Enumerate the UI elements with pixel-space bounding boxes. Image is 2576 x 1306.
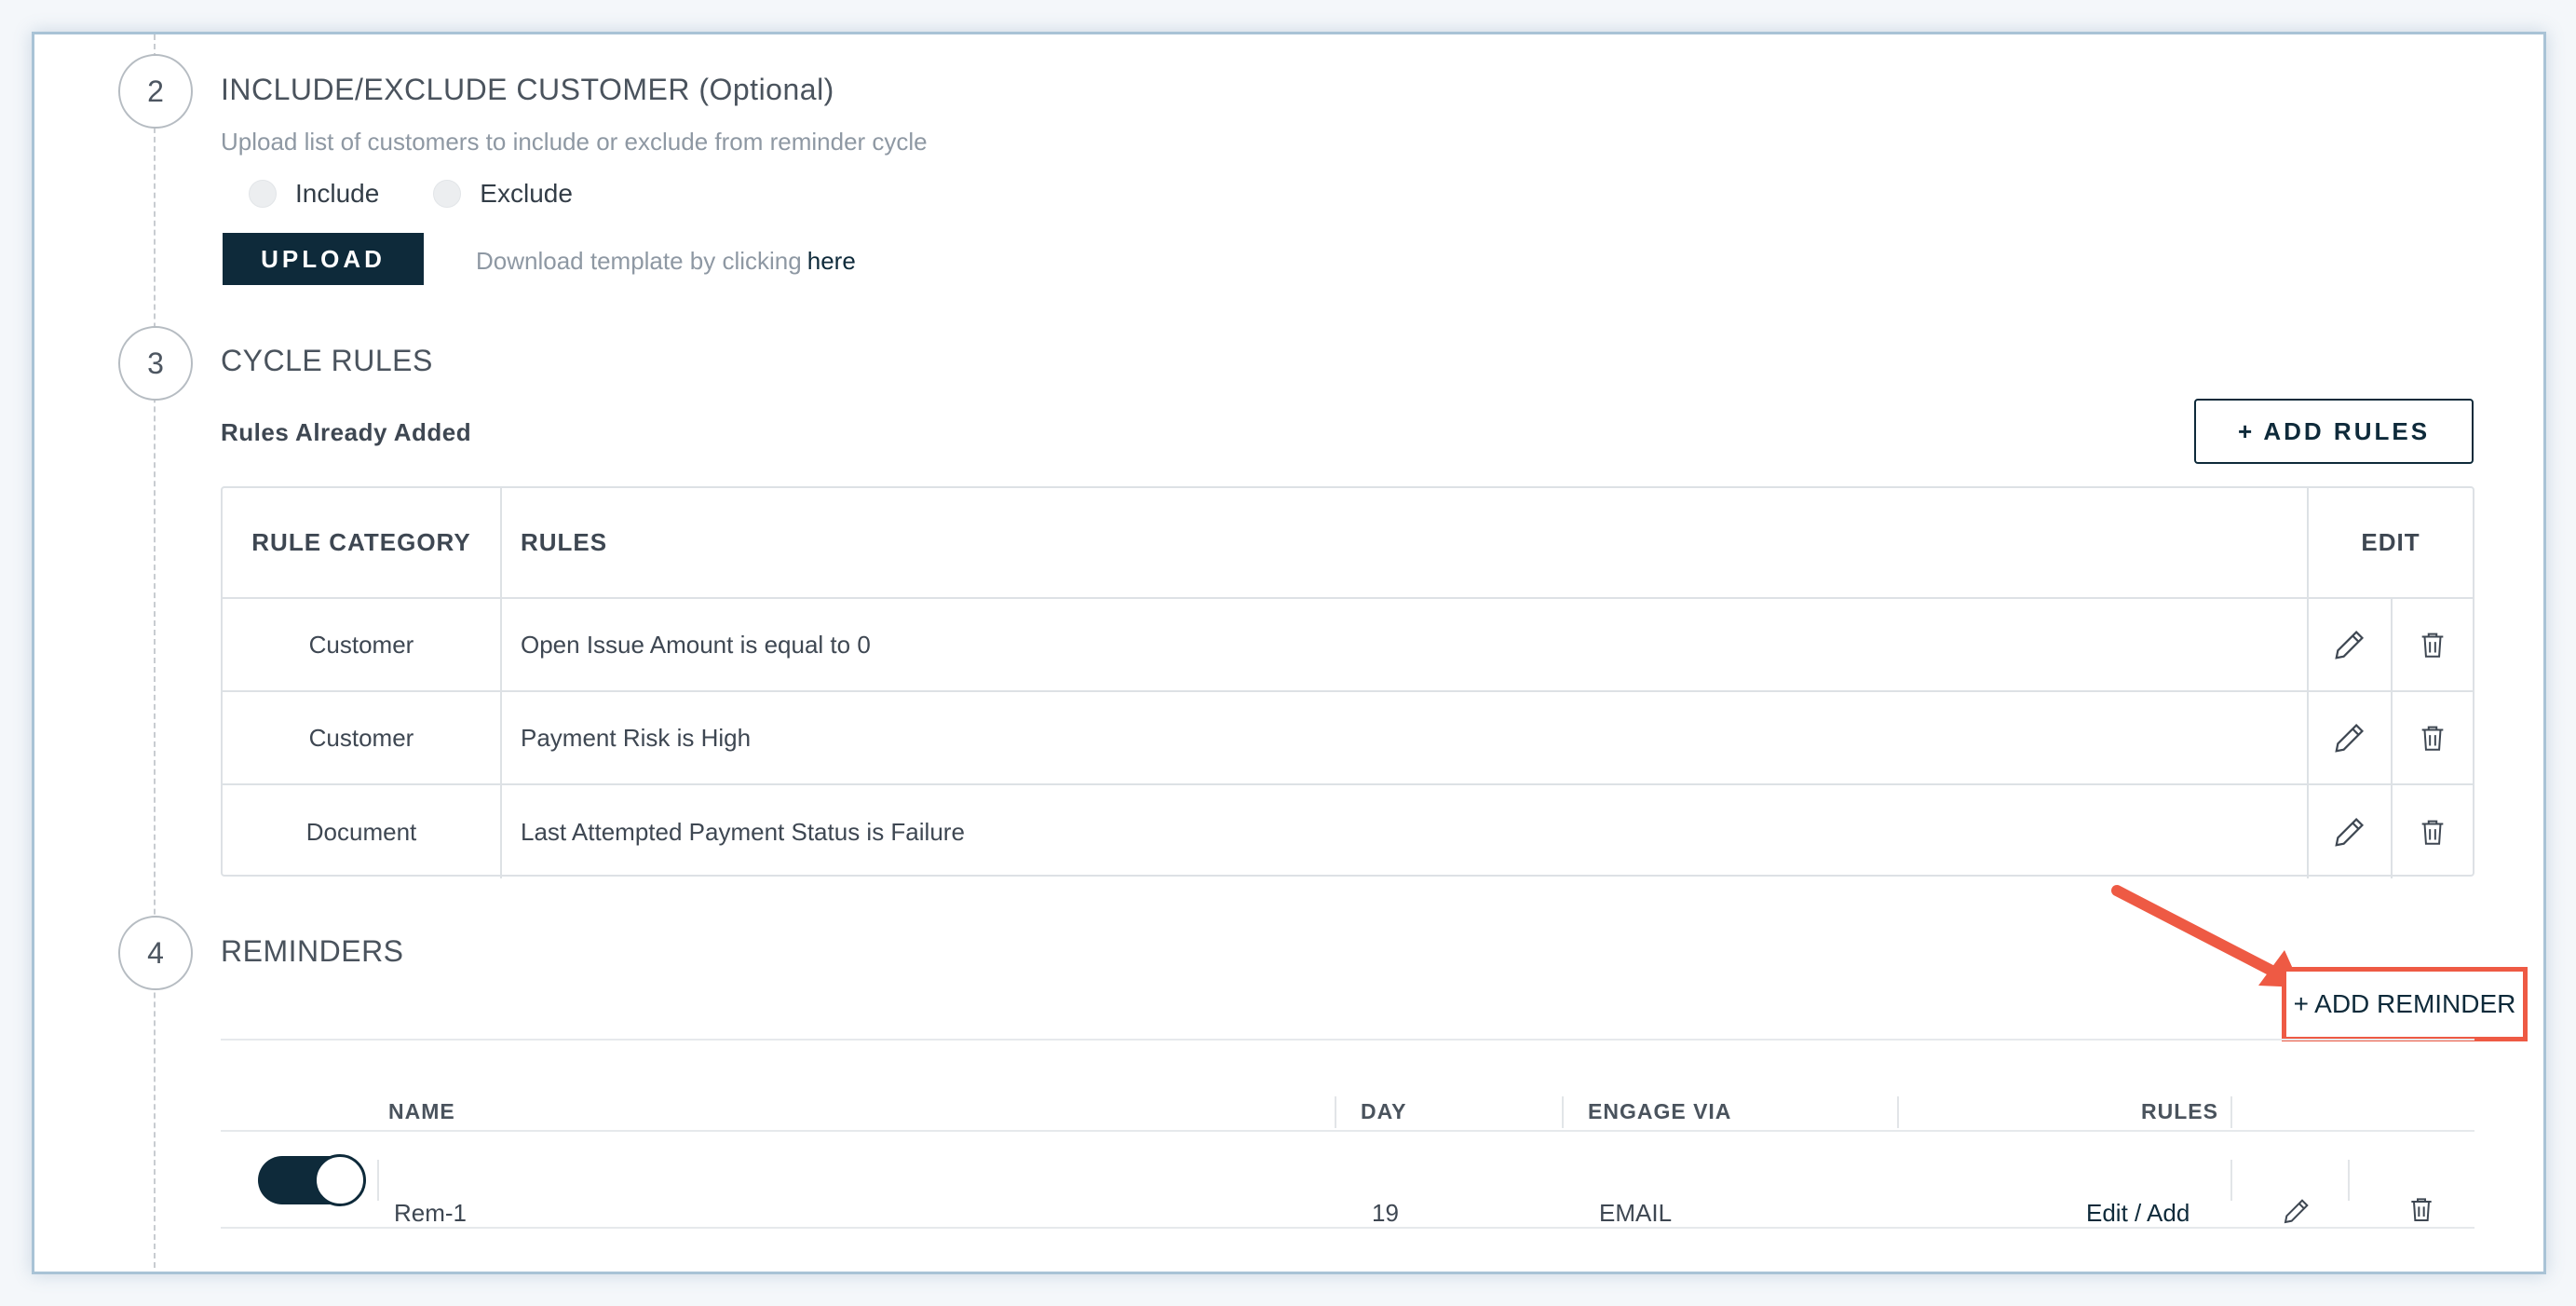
trash-icon [2421, 633, 2444, 658]
column-separator [377, 1160, 379, 1201]
engage-via-column-header: ENGAGE VIA [1588, 1099, 1732, 1123]
include-radio[interactable] [249, 180, 277, 208]
name-column-header: NAME [388, 1099, 455, 1123]
trash-icon [2411, 1198, 2432, 1221]
reminders-header-divider [221, 1130, 2474, 1132]
reminders-top-divider [221, 1039, 2474, 1041]
pencil-icon [2335, 630, 2365, 660]
column-separator [2230, 1096, 2232, 1128]
rule-actions [2309, 599, 2473, 690]
rule-category-cell: Customer [223, 599, 502, 690]
rules-table-header: RULE CATEGORY RULES EDIT [223, 488, 2473, 599]
add-rules-button[interactable]: + ADD RULES [2194, 399, 2474, 464]
rule-category-cell: Document [223, 785, 502, 878]
download-template-link[interactable]: here [807, 247, 856, 275]
exclude-radio[interactable] [433, 180, 462, 208]
rule-actions [2309, 692, 2473, 783]
day-column-header: DAY [1361, 1099, 1407, 1123]
trash-icon [2421, 726, 2444, 751]
pencil-icon [2335, 723, 2365, 753]
column-separator [2230, 1160, 2232, 1201]
reminder-rules-edit-add-link[interactable]: Edit / Add [2086, 1199, 2190, 1228]
trash-icon [2421, 820, 2444, 845]
reminders-title: REMINDERS [221, 934, 404, 968]
edit-header: EDIT [2361, 528, 2420, 556]
include-radio-label[interactable]: Include [295, 179, 379, 209]
download-template-label: Download template by clicking [476, 247, 802, 275]
delete-reminder-button[interactable] [2398, 1186, 2445, 1232]
reminder-enabled-toggle[interactable] [258, 1154, 366, 1206]
step-4-badge: 4 [118, 916, 193, 990]
step-2-badge: 2 [118, 54, 193, 129]
edit-rule-button[interactable] [2309, 692, 2391, 783]
edit-rule-button[interactable] [2309, 599, 2391, 690]
reminder-day: 19 [1372, 1199, 1399, 1227]
column-separator [2348, 1160, 2350, 1201]
rule-cell: Open Issue Amount is equal to 0 [502, 599, 2309, 690]
include-exclude-radio-group: Include Exclude [249, 179, 627, 209]
rule-category-header: RULE CATEGORY [223, 488, 502, 597]
rules-already-added-label: Rules Already Added [221, 418, 472, 446]
rule-actions [2309, 785, 2473, 878]
pencil-icon [2284, 1199, 2309, 1224]
reminder-engage-via: EMAIL [1599, 1199, 1673, 1227]
toggle-knob [314, 1154, 366, 1206]
add-reminder-button[interactable]: + ADD REMINDER [2282, 967, 2528, 1041]
exclude-radio-label[interactable]: Exclude [480, 179, 573, 209]
include-exclude-subtitle: Upload list of customers to include or e… [221, 128, 928, 156]
rules-header: RULES [502, 488, 2309, 597]
pencil-icon [2335, 817, 2365, 847]
column-separator [1897, 1096, 1899, 1128]
table-row: Document Last Attempted Payment Status i… [223, 785, 2473, 878]
step-3-badge: 3 [118, 326, 193, 401]
column-separator [1562, 1096, 1564, 1128]
delete-rule-button[interactable] [2391, 599, 2473, 690]
table-row: Customer Open Issue Amount is equal to 0 [223, 599, 2473, 692]
reminders-row-divider [221, 1227, 2474, 1229]
edit-rule-button[interactable] [2309, 785, 2391, 878]
column-separator [1335, 1096, 1336, 1128]
reminder-name: Rem-1 [394, 1199, 468, 1227]
step-2-number: 2 [147, 74, 164, 108]
upload-button[interactable]: UPLOAD [223, 233, 424, 285]
step-3-number: 3 [147, 346, 164, 380]
rule-category-cell: Customer [223, 692, 502, 783]
delete-rule-button[interactable] [2391, 785, 2473, 878]
delete-rule-button[interactable] [2391, 692, 2473, 783]
reminder-cycle-form: 2 INCLUDE/EXCLUDE CUSTOMER (Optional) Up… [32, 32, 2546, 1274]
download-template-text: Download template by clicking here [476, 247, 856, 276]
step-4-number: 4 [147, 935, 164, 970]
rules-table: RULE CATEGORY RULES EDIT Customer Open I… [221, 486, 2474, 878]
cycle-rules-title: CYCLE RULES [221, 344, 433, 377]
rule-cell: Last Attempted Payment Status is Failure [502, 785, 2309, 878]
step-timeline [154, 34, 156, 1272]
table-row: Customer Payment Risk is High [223, 692, 2473, 785]
include-exclude-title: INCLUDE/EXCLUDE CUSTOMER (Optional) [221, 73, 834, 106]
rules-column-header: RULES [2141, 1099, 2218, 1123]
rule-cell: Payment Risk is High [502, 692, 2309, 783]
